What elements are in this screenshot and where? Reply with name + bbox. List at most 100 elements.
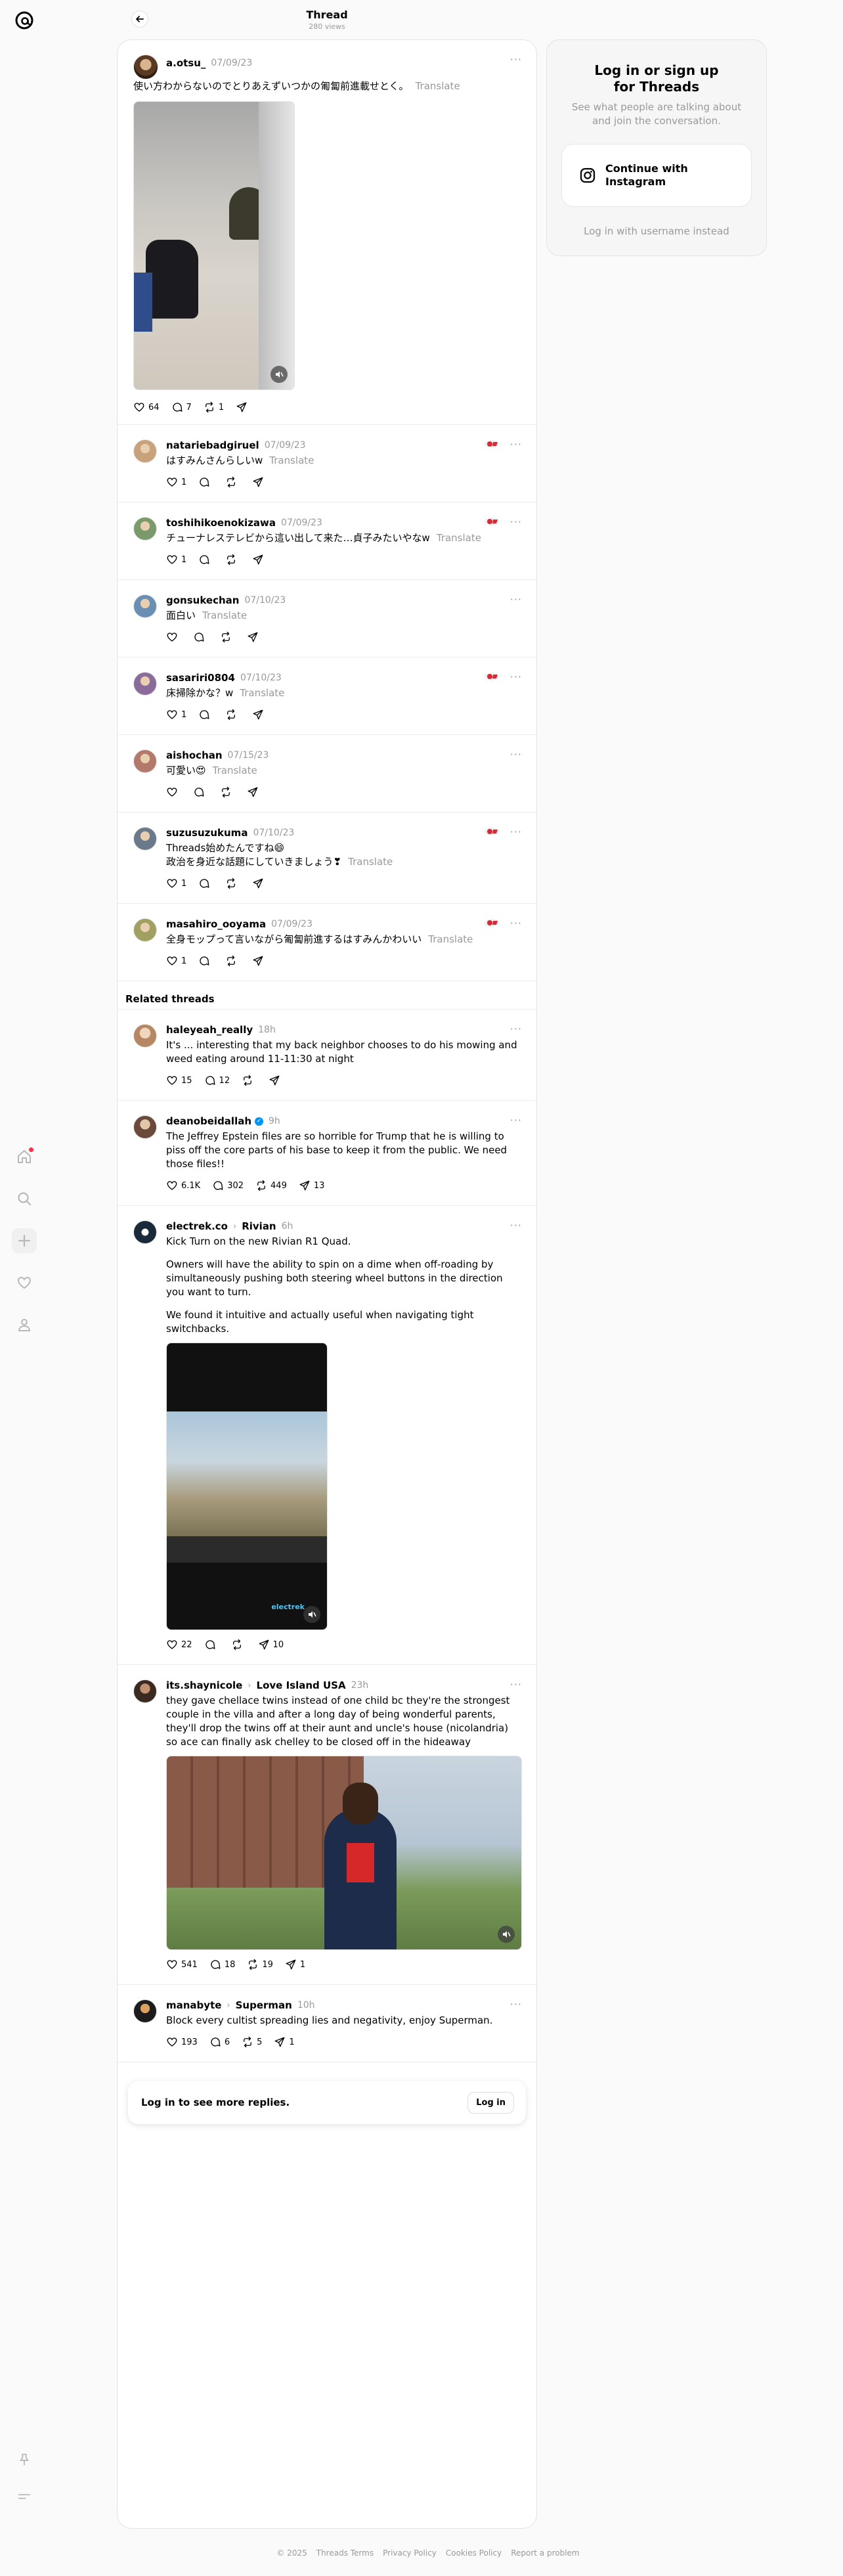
share-button[interactable] [252,877,267,889]
mute-icon[interactable] [498,1926,515,1943]
share-button[interactable] [247,786,262,798]
share-button[interactable] [236,401,248,413]
repost-button[interactable] [220,631,235,643]
share-button[interactable]: 1 [285,1959,305,1970]
pin-icon[interactable] [12,2447,37,2472]
post-time[interactable]: 07/09/23 [265,440,306,451]
post-time[interactable]: 07/15/23 [228,750,269,761]
avatar[interactable] [133,1220,157,1244]
avatar[interactable] [133,517,157,541]
share-button[interactable]: 13 [299,1180,324,1191]
repost-button[interactable] [231,1639,246,1651]
translate-link[interactable]: Translate [428,933,473,945]
translate-link[interactable]: Translate [240,687,284,699]
repost-button[interactable]: 5 [242,2036,262,2048]
post-time[interactable]: 6h [282,1221,293,1232]
footer-link-cookies[interactable]: Cookies Policy [446,2548,502,2558]
mute-icon[interactable] [270,366,288,383]
reply-button[interactable]: 12 [204,1075,230,1086]
reply-post[interactable]: ··· gonsukechan 07/10/23 面白い Translate [118,580,536,657]
reply-button[interactable]: 6 [209,2036,230,2048]
reply-button[interactable]: 7 [171,401,192,413]
post-time[interactable]: 07/10/23 [240,673,282,683]
post-time[interactable]: 07/10/23 [253,828,294,838]
reply-post[interactable]: ··· masahiro_ooyama 07/09/23 全身モップって言いながら匍匐… [118,904,536,981]
like-button[interactable]: 541 [166,1959,198,1970]
post-username[interactable]: natariebadgiruel [166,439,259,451]
reply-button[interactable] [198,476,213,488]
repost-button[interactable] [225,955,240,967]
like-button[interactable] [166,786,181,798]
community-name[interactable]: Superman [236,1999,292,2011]
post-username[interactable]: sasariri0804 [166,672,235,684]
search-icon[interactable] [12,1186,37,1211]
related-post[interactable]: ··· deanobeidallah ✓ 9h The Jeffrey Epstein … [118,1101,536,1206]
reply-post[interactable]: ··· sasariri0804 07/10/23 床掃除かな？w Translate 1 [118,657,536,735]
post-username[interactable]: toshihikoenokizawa [166,517,276,529]
related-post[interactable]: ··· its.shaynicole › Love Island USA 23h they… [118,1665,536,1985]
translate-link[interactable]: Translate [213,765,257,776]
related-post[interactable]: ··· haleyeah_really 18h It's ... interestin… [118,1010,536,1101]
create-icon[interactable] [12,1228,37,1253]
footer-link-report[interactable]: Report a problem [511,2548,579,2558]
post-username[interactable]: masahiro_ooyama [166,918,266,930]
post-username[interactable]: manabyte [166,1999,221,2011]
post-username[interactable]: a.otsu_ [166,57,205,69]
continue-with-instagram-button[interactable]: Continue with Instagram [561,144,752,207]
like-button[interactable]: 22 [166,1639,192,1651]
more-icon[interactable]: ··· [510,516,522,528]
reply-button[interactable] [198,709,213,721]
repost-button[interactable] [225,554,240,566]
repost-button[interactable] [225,476,240,488]
reply-button[interactable] [193,631,208,643]
reply-button[interactable] [193,786,208,798]
post-time[interactable]: 23h [351,1680,369,1691]
share-button[interactable] [252,955,267,967]
profile-icon[interactable] [12,1312,37,1337]
post-username[interactable]: suzusuzukuma [166,827,248,839]
reply-button[interactable] [198,554,213,566]
like-button[interactable]: 1 [166,877,186,889]
post-username[interactable]: electrek.co [166,1220,228,1232]
reply-post[interactable]: ··· natariebadgiruel 07/09/23 はすみんさんらしいw Tra… [118,425,536,502]
post-username[interactable]: aishochan [166,749,223,761]
username-login-link[interactable]: Log in with username instead [547,225,766,237]
reply-post[interactable]: ··· suzusuzukuma 07/10/23 Threads始めたんですね😄 政… [118,812,536,904]
repost-button[interactable] [225,709,240,721]
reply-button[interactable] [204,1639,219,1651]
share-button[interactable] [252,554,267,566]
post-username[interactable]: haleyeah_really [166,1024,253,1036]
avatar[interactable] [133,827,157,851]
reply-button[interactable] [198,955,213,967]
repost-button[interactable]: 19 [247,1959,273,1970]
video-player[interactable] [133,101,295,390]
repost-button[interactable]: 1 [204,401,224,413]
avatar[interactable] [133,594,157,618]
share-button[interactable] [252,476,267,488]
post-username[interactable]: gonsukechan [166,594,239,606]
more-icon[interactable]: ··· [510,1219,522,1232]
like-button[interactable]: 1 [166,476,186,488]
reply-post[interactable]: ··· aishochan 07/15/23 可愛い😍 Translate [118,735,536,812]
avatar[interactable] [133,672,157,696]
menu-icon[interactable] [12,2484,37,2509]
like-button[interactable] [166,631,181,643]
like-button[interactable]: 6.1K [166,1180,200,1191]
post-time[interactable]: 07/10/23 [244,595,286,606]
avatar[interactable] [133,1679,157,1703]
more-icon[interactable]: ··· [510,1023,522,1035]
translate-link[interactable]: Translate [348,856,393,868]
video-player[interactable] [166,1756,522,1950]
reply-button[interactable]: 302 [212,1180,244,1191]
reply-button[interactable] [198,877,213,889]
like-button[interactable]: 1 [166,554,186,566]
like-button[interactable]: 1 [166,955,186,967]
post-username[interactable]: deanobeidallah [166,1115,251,1127]
repost-button[interactable]: 449 [255,1180,287,1191]
repost-button[interactable] [225,877,240,889]
main-post[interactable]: ··· a.otsu_ 07/09/23 使い方わからないのでとりあえずいつかの… [118,40,536,425]
threads-logo-icon[interactable] [12,8,37,33]
share-button[interactable]: 10 [258,1639,284,1651]
post-time[interactable]: 18h [258,1025,276,1035]
post-time[interactable]: 07/09/23 [211,58,252,68]
